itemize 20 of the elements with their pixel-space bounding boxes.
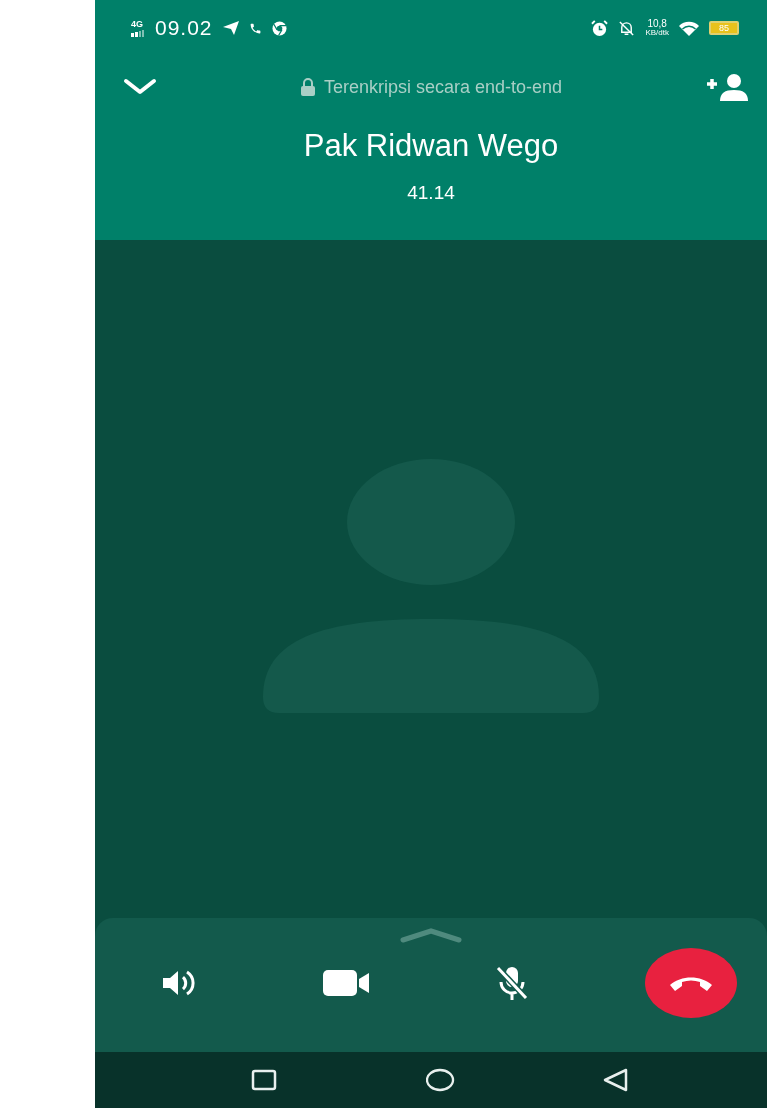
speed-value: 10,8 xyxy=(647,19,667,28)
speed-unit: KB/dtk xyxy=(645,28,669,37)
home-button[interactable] xyxy=(425,1068,456,1092)
lock-icon xyxy=(299,78,316,96)
status-time: 09.02 xyxy=(155,16,213,40)
send-icon xyxy=(222,21,239,35)
chevron-down-icon[interactable] xyxy=(123,77,157,97)
browser-icon xyxy=(271,20,287,36)
wifi-icon xyxy=(679,20,699,36)
add-person-icon[interactable] xyxy=(705,73,749,101)
alarm-icon xyxy=(591,19,609,37)
call-duration: 41.14 xyxy=(407,182,455,204)
encryption-notice: Terenkripsi secara end-to-end xyxy=(323,76,563,98)
network-label: 4G xyxy=(131,19,143,29)
battery-level: 85 xyxy=(719,23,729,33)
phone-icon xyxy=(248,21,262,35)
bell-off-icon xyxy=(618,19,636,37)
video-camera-icon xyxy=(323,970,370,996)
signal-icon xyxy=(131,28,145,37)
caller-name: Pak Ridwan Wego xyxy=(303,128,559,164)
